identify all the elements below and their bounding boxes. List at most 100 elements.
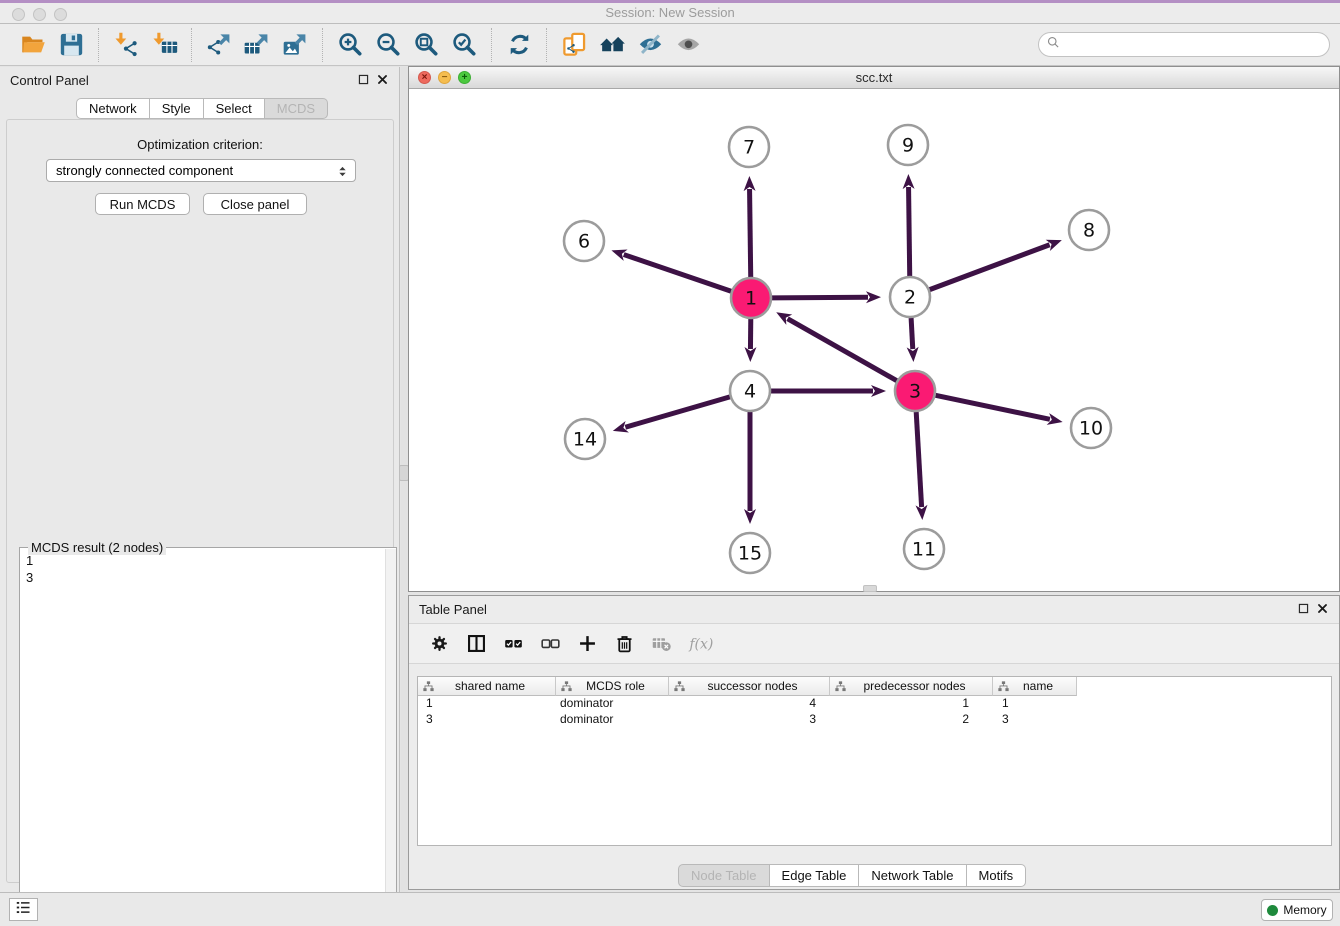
app-zoom-button[interactable] [54, 8, 67, 21]
columns-button[interactable] [458, 628, 495, 660]
cell-predecessor-nodes[interactable]: 2 [830, 712, 993, 728]
trash-button[interactable] [606, 628, 643, 660]
zoom-selected-button[interactable] [445, 28, 483, 62]
edge-1-6[interactable] [624, 255, 731, 292]
home-button[interactable] [593, 28, 631, 62]
column-header-successor-nodes[interactable]: successor nodes [669, 677, 830, 696]
refresh-icon [506, 31, 533, 58]
mcds-result-box[interactable]: MCDS result (2 nodes) 13 [19, 547, 397, 923]
close-panel-icon[interactable] [376, 73, 389, 91]
app-close-button[interactable] [12, 8, 25, 21]
uncheck-all-button[interactable] [532, 628, 569, 660]
tab-network-table[interactable]: Network Table [859, 864, 966, 887]
tab-network[interactable]: Network [76, 98, 150, 119]
network-resize-grip[interactable] [863, 585, 877, 592]
memory-button[interactable]: Memory [1261, 899, 1333, 921]
control-panel-title: Control Panel [10, 73, 89, 88]
edge-1-7[interactable] [750, 189, 751, 277]
edge-3-1[interactable] [788, 319, 897, 381]
gear-button[interactable] [421, 628, 458, 660]
export-image-button[interactable] [276, 28, 314, 62]
plus-icon [577, 633, 598, 654]
app-title: Session: New Session [0, 3, 1340, 23]
network-window-titlebar[interactable]: × − + scc.txt [409, 67, 1339, 89]
optimization-criterion-label: Optimization criterion: [7, 137, 393, 152]
table-row[interactable]: 3dominator323 [418, 712, 1331, 728]
run-mcds-button[interactable]: Run MCDS [95, 193, 190, 215]
column-header-MCDS-role[interactable]: MCDS role [556, 677, 669, 696]
cell-MCDS-role[interactable]: dominator [556, 696, 669, 712]
network-zoom-button[interactable]: + [458, 71, 471, 84]
cell-shared-name[interactable]: 1 [418, 696, 556, 712]
edge-1-2[interactable] [772, 297, 868, 298]
optimization-criterion-dropdown[interactable]: strongly connected component [46, 159, 356, 182]
app-titlebar: Session: New Session [0, 0, 1340, 24]
hide-selected-button[interactable] [631, 28, 669, 62]
panel-splitter[interactable] [401, 67, 408, 892]
cell-successor-nodes[interactable]: 4 [669, 696, 830, 712]
close-panel-icon[interactable] [1316, 602, 1329, 620]
edge-2-9[interactable] [909, 187, 910, 276]
app-minimize-button[interactable] [33, 8, 46, 21]
tab-motifs[interactable]: Motifs [967, 864, 1027, 887]
edge-4-14[interactable] [625, 397, 730, 427]
edge-2-8[interactable] [930, 245, 1050, 290]
cell-shared-name[interactable]: 3 [418, 712, 556, 728]
hierarchy-icon [997, 680, 1010, 693]
float-panel-icon[interactable] [1297, 602, 1310, 620]
plus-button[interactable] [569, 628, 606, 660]
first-neighbors-button[interactable] [555, 28, 593, 62]
column-header-predecessor-nodes[interactable]: predecessor nodes [830, 677, 993, 696]
task-history-button[interactable] [9, 898, 38, 921]
network-canvas[interactable]: 1234678910111415 [409, 89, 1339, 591]
mcds-result-scrollbar[interactable] [385, 549, 396, 921]
cell-predecessor-nodes[interactable]: 1 [830, 696, 993, 712]
table-header-row: shared nameMCDS role successor nodesprede… [418, 677, 1331, 696]
edge-3-11[interactable] [916, 412, 921, 507]
tab-edge-table[interactable]: Edge Table [770, 864, 860, 887]
tab-style[interactable]: Style [150, 98, 204, 119]
table-row[interactable]: 1dominator411 [418, 696, 1331, 712]
float-panel-icon[interactable] [357, 73, 370, 91]
tab-mcds[interactable]: MCDS [265, 98, 328, 119]
save-session-button[interactable] [52, 28, 90, 62]
zoom-in-button[interactable] [331, 28, 369, 62]
gear-icon [429, 633, 450, 654]
search-input[interactable] [1061, 37, 1329, 52]
export-table-button[interactable] [238, 28, 276, 62]
column-header-name[interactable]: name [993, 677, 1077, 696]
column-label: name [1010, 679, 1076, 693]
cell-name[interactable]: 3 [993, 712, 1077, 728]
tab-node-table[interactable]: Node Table [678, 864, 770, 887]
edge-3-10[interactable] [936, 395, 1050, 419]
refresh-button[interactable] [500, 28, 538, 62]
column-label: successor nodes [686, 679, 829, 693]
column-header-shared-name[interactable]: shared name [418, 677, 556, 696]
check-all-button[interactable] [495, 628, 532, 660]
network-graph[interactable]: 1234678910111415 [409, 89, 1339, 591]
node-label-14: 14 [573, 429, 597, 451]
import-table-button[interactable] [145, 28, 183, 62]
zoom-fit-button[interactable] [407, 28, 445, 62]
network-window: × − + scc.txt 1234678910111415 [408, 66, 1340, 592]
hierarchy-icon [834, 680, 847, 693]
chevron-up-down-icon [334, 162, 351, 184]
network-minimize-button[interactable]: − [438, 71, 451, 84]
zoom-in-icon [337, 31, 364, 58]
import-network-button[interactable] [107, 28, 145, 62]
home-icon [599, 31, 626, 58]
tab-select[interactable]: Select [204, 98, 265, 119]
close-panel-button[interactable]: Close panel [203, 193, 307, 215]
export-network-button[interactable] [200, 28, 238, 62]
search-box[interactable] [1038, 32, 1330, 57]
open-session-button[interactable] [14, 28, 52, 62]
import-network-icon [113, 31, 140, 58]
cell-MCDS-role[interactable]: dominator [556, 712, 669, 728]
cell-successor-nodes[interactable]: 3 [669, 712, 830, 728]
network-close-button[interactable]: × [418, 71, 431, 84]
cell-name[interactable]: 1 [993, 696, 1077, 712]
toolbar-group [546, 28, 715, 62]
zoom-out-button[interactable] [369, 28, 407, 62]
show-all-button[interactable] [669, 28, 707, 62]
edge-2-3[interactable] [911, 318, 913, 349]
